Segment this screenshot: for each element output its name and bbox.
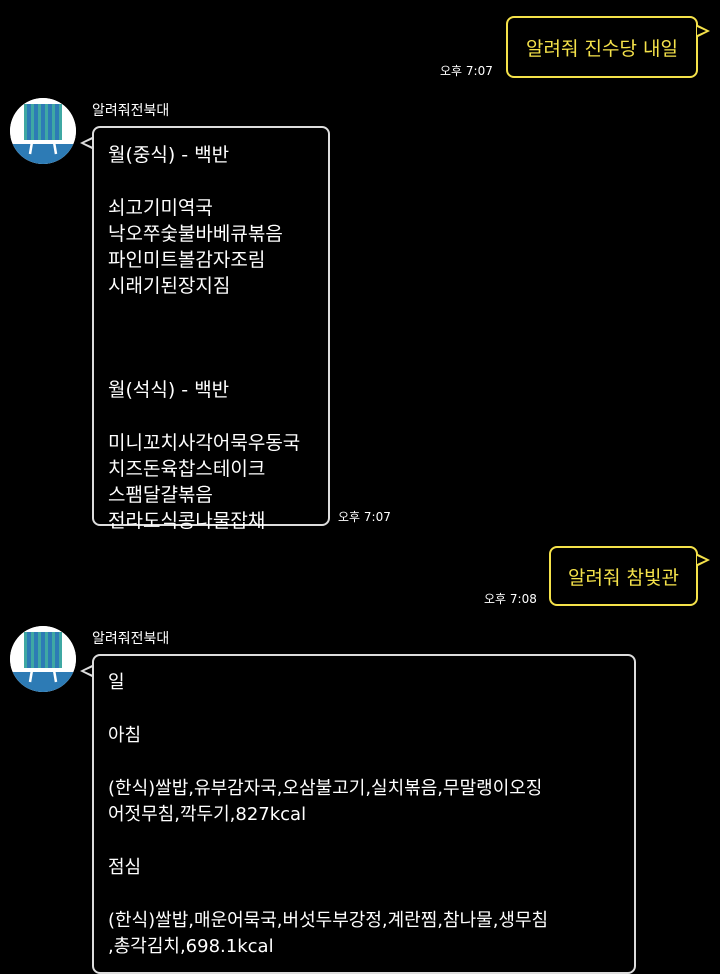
sender-name: 알려줘전북대 bbox=[92, 631, 170, 647]
university-building-icon bbox=[10, 98, 76, 164]
message-line: 낙오쭈숯불바베큐볶음 bbox=[108, 223, 283, 245]
user-message-text: 알려줘 참빛관 bbox=[568, 566, 679, 589]
user-message-bubble[interactable]: 알려줘 진수당 내일 bbox=[506, 16, 698, 78]
message-line bbox=[108, 696, 620, 723]
message-line: 쇠고기미역국 bbox=[108, 197, 213, 219]
sender-name: 알려줘전북대 bbox=[92, 103, 170, 119]
message-line: 파인미트볼감자조림 bbox=[108, 249, 266, 271]
message-line: (한식)쌀밥,유부감자국,오삼불고기,실치볶음,무말랭이오징 bbox=[108, 778, 543, 799]
message-line: 어젓무침,깍두기,827kcal bbox=[108, 804, 307, 825]
message-line: 월(중식) - 백반 bbox=[108, 144, 230, 166]
user-message-text: 알려줘 진수당 내일 bbox=[526, 37, 678, 60]
message-line bbox=[108, 828, 620, 855]
message-line: 스팸달걀볶음 bbox=[108, 484, 213, 506]
avatar[interactable] bbox=[10, 626, 76, 692]
user-message-bubble[interactable]: 알려줘 참빛관 bbox=[549, 546, 698, 606]
message-line bbox=[108, 749, 620, 776]
message-line: 전라도식콩나물잡채 bbox=[108, 510, 266, 532]
message-line: ,총각김치,698.1kcal bbox=[108, 936, 274, 957]
message-line bbox=[108, 403, 314, 430]
message-line bbox=[108, 325, 314, 377]
bot-message-bubble[interactable]: 일 아침 (한식)쌀밥,유부감자국,오삼불고기,실치볶음,무말랭이오징 어젓무침… bbox=[92, 654, 636, 974]
message-line: 월(석식) - 백반 bbox=[108, 379, 230, 401]
avatar[interactable] bbox=[10, 98, 76, 164]
message-line: (한식)쌀밥,매운어묵국,버섯두부강정,계란찜,참나물,생무침 bbox=[108, 910, 549, 931]
bot-message-bubble[interactable]: 월(중식) - 백반 쇠고기미역국 낙오쭈숯불바베큐볶음 파인미트볼감자조림 시… bbox=[92, 126, 330, 532]
message-line: 점심 bbox=[108, 857, 142, 878]
message-line bbox=[108, 299, 314, 325]
message-line: 치즈돈육찹스테이크 bbox=[108, 458, 266, 480]
message-line bbox=[108, 881, 620, 908]
message-line: 시래기된장지짐 bbox=[108, 275, 231, 297]
message-line: 미니꼬치사각어묵우동국 bbox=[108, 432, 301, 454]
message-time: 오후 7:07 bbox=[338, 510, 391, 524]
message-time: 오후 7:08 bbox=[484, 592, 537, 606]
university-building-icon bbox=[10, 626, 76, 692]
message-time: 오후 7:07 bbox=[440, 64, 493, 78]
message-line bbox=[108, 168, 314, 195]
message-line: 일 bbox=[108, 672, 125, 693]
message-line: 아침 bbox=[108, 725, 142, 746]
